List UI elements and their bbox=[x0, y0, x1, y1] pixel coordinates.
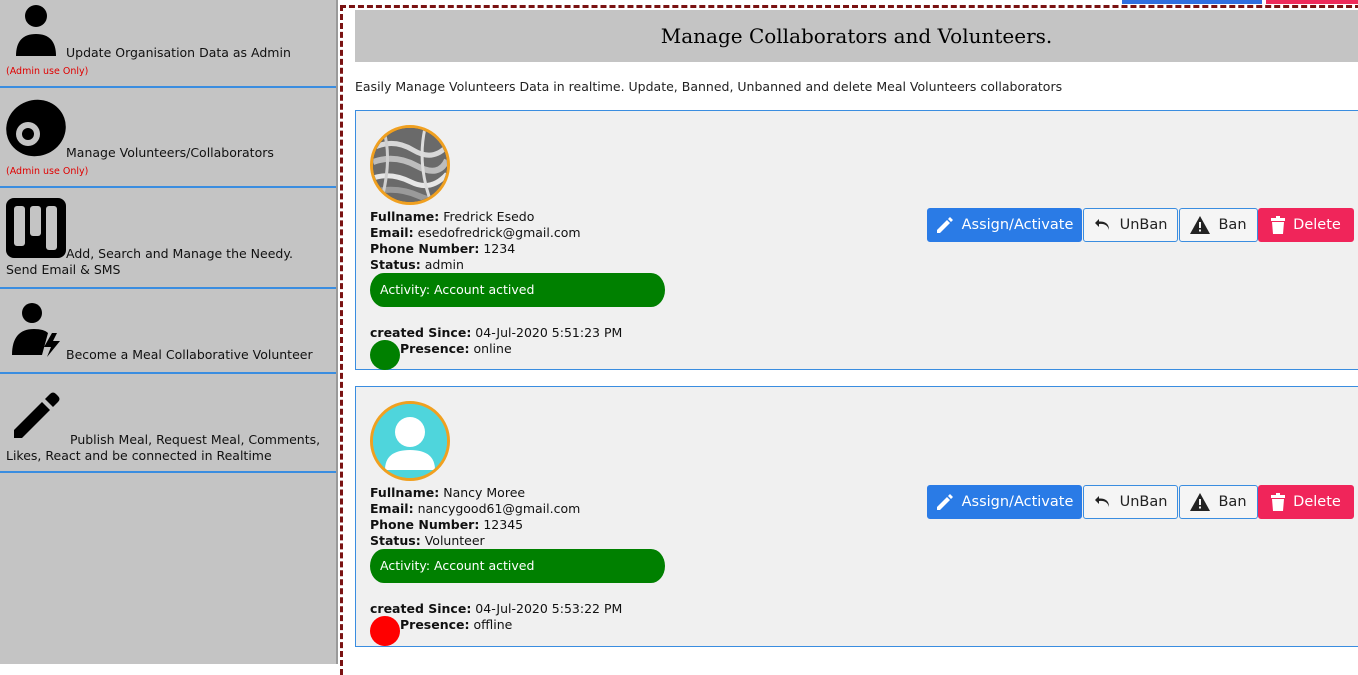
warning-icon bbox=[1190, 493, 1211, 511]
fullname-label: Fullname: bbox=[370, 209, 440, 224]
assign-activate-button[interactable]: Assign/Activate bbox=[927, 208, 1082, 242]
activity-badge: Activity: Account actived bbox=[370, 273, 665, 307]
user-created-date: 04-Jul-2020 5:51:23 PM bbox=[475, 325, 623, 340]
assign-label: Assign/Activate bbox=[961, 217, 1074, 233]
user-email: esedofredrick@gmail.com bbox=[417, 225, 581, 240]
sidebar-item-update-organisation[interactable]: Update Organisation Data as Admin (Admin… bbox=[0, 0, 336, 88]
user-info: Fullname: Fredrick Esedo Email: esedofre… bbox=[370, 209, 581, 273]
status-label: Status: bbox=[370, 533, 421, 548]
user-phone: 1234 bbox=[483, 241, 516, 256]
email-label: Email: bbox=[370, 225, 414, 240]
delete-button[interactable]: Delete bbox=[1258, 485, 1354, 519]
sidebar-item-label: Become a Meal Collaborative Volunteer bbox=[66, 347, 313, 362]
ban-label: Ban bbox=[1218, 494, 1247, 510]
user-created: created Since: 04-Jul-2020 5:51:23 PM bbox=[370, 325, 622, 341]
sidebar-item-label: Update Organisation Data as Admin bbox=[66, 45, 291, 60]
user-status: admin bbox=[424, 257, 464, 272]
user-icon bbox=[14, 4, 58, 60]
presence-label: Presence: bbox=[400, 341, 470, 356]
activity-badge: Activity: Account actived bbox=[370, 549, 665, 583]
user-fullname: Nancy Moree bbox=[443, 485, 526, 500]
ban-button[interactable]: Ban bbox=[1179, 208, 1258, 242]
unban-label: UnBan bbox=[1119, 217, 1168, 233]
sidebar-item-label: Add, Search and Manage the Needy. Send E… bbox=[6, 246, 293, 277]
undo-icon bbox=[1094, 496, 1109, 507]
presence-indicator bbox=[370, 616, 400, 646]
top-accent-bar bbox=[1266, 0, 1358, 4]
delete-label: Delete bbox=[1293, 217, 1341, 233]
sidebar-item-become-volunteer[interactable]: Become a Meal Collaborative Volunteer bbox=[0, 289, 336, 374]
sidebar-item-manage-needy[interactable]: Add, Search and Manage the Needy. Send E… bbox=[0, 188, 336, 289]
user-avatar bbox=[370, 125, 450, 205]
pencil-icon bbox=[936, 217, 953, 233]
user-email: nancygood61@gmail.com bbox=[417, 501, 581, 516]
sidebar-item-manage-volunteers[interactable]: Manage Volunteers/Collaborators (Admin u… bbox=[0, 88, 336, 188]
page-title: Manage Collaborators and Volunteers. bbox=[355, 10, 1358, 62]
unban-button[interactable]: UnBan bbox=[1083, 208, 1178, 242]
user-status: Volunteer bbox=[424, 533, 485, 548]
volunteers-icon bbox=[6, 98, 66, 162]
user-card: Fullname: Nancy Moree Email: nancygood61… bbox=[355, 386, 1358, 647]
warning-icon bbox=[1190, 216, 1211, 234]
phone-label: Phone Number: bbox=[370, 241, 480, 256]
sidebar-item-publish-meal[interactable]: Publish Meal, Request Meal, Comments, Li… bbox=[0, 374, 336, 473]
trash-icon bbox=[1271, 216, 1286, 234]
phone-label: Phone Number: bbox=[370, 517, 480, 532]
admin-note: (Admin use Only) bbox=[6, 66, 89, 77]
default-avatar-icon bbox=[373, 404, 447, 478]
sidebar-item-label: Publish Meal, Request Meal, Comments, Li… bbox=[6, 432, 321, 463]
admin-note: (Admin use Only) bbox=[6, 166, 89, 177]
sidebar: Update Organisation Data as Admin (Admin… bbox=[0, 0, 338, 664]
unban-label: UnBan bbox=[1119, 494, 1168, 510]
user-card: Fullname: Fredrick Esedo Email: esedofre… bbox=[355, 110, 1358, 370]
email-label: Email: bbox=[370, 501, 414, 516]
user-bolt-icon bbox=[12, 303, 66, 361]
delete-button[interactable]: Delete bbox=[1258, 208, 1354, 242]
unban-button[interactable]: UnBan bbox=[1083, 485, 1178, 519]
presence-label: Presence: bbox=[400, 617, 470, 632]
created-label: created Since: bbox=[370, 325, 472, 340]
created-label: created Since: bbox=[370, 601, 472, 616]
top-accent-bar bbox=[1122, 0, 1262, 4]
sidebar-item-label: Manage Volunteers/Collaborators bbox=[66, 145, 274, 160]
user-presence-value: online bbox=[473, 341, 512, 356]
user-info: Fullname: Nancy Moree Email: nancygood61… bbox=[370, 485, 580, 549]
assign-activate-button[interactable]: Assign/Activate bbox=[927, 485, 1082, 519]
user-fullname: Fredrick Esedo bbox=[443, 209, 535, 224]
photo-avatar-icon bbox=[373, 128, 447, 202]
user-avatar bbox=[370, 401, 450, 481]
status-label: Status: bbox=[370, 257, 421, 272]
pencil-icon bbox=[936, 494, 953, 510]
user-phone: 12345 bbox=[483, 517, 524, 532]
fullname-label: Fullname: bbox=[370, 485, 440, 500]
user-presence: Presence: offline bbox=[400, 617, 512, 633]
assign-label: Assign/Activate bbox=[961, 494, 1074, 510]
page-intro: Easily Manage Volunteers Data in realtim… bbox=[355, 79, 1063, 94]
delete-label: Delete bbox=[1293, 494, 1341, 510]
trash-icon bbox=[1271, 493, 1286, 511]
user-created-date: 04-Jul-2020 5:53:22 PM bbox=[475, 601, 623, 616]
ban-label: Ban bbox=[1218, 217, 1247, 233]
undo-icon bbox=[1094, 219, 1109, 230]
user-presence: Presence: online bbox=[400, 341, 512, 357]
user-created: created Since: 04-Jul-2020 5:53:22 PM bbox=[370, 601, 622, 617]
presence-indicator bbox=[370, 340, 400, 370]
user-presence-value: offline bbox=[473, 617, 513, 632]
ban-button[interactable]: Ban bbox=[1179, 485, 1258, 519]
